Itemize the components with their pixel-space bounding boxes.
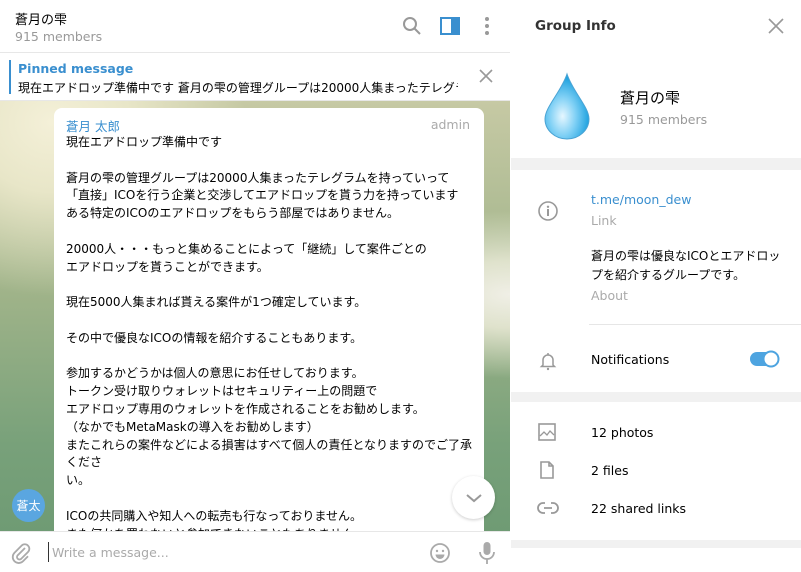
pinned-accent-bar bbox=[9, 60, 11, 94]
message-line: トークン受け取りウォレットはセキュリティー上の問題で bbox=[66, 384, 378, 399]
water-drop-icon bbox=[544, 72, 590, 140]
chat-members: 915 members bbox=[15, 29, 103, 44]
chevron-down-icon bbox=[465, 493, 482, 502]
message-line bbox=[66, 276, 476, 294]
about-label: About bbox=[591, 288, 628, 303]
chat-title[interactable]: 蒼月の雫 bbox=[15, 9, 67, 28]
link-icon bbox=[537, 502, 559, 514]
message-line: 現在エアドロップ準備中です bbox=[66, 135, 223, 149]
divider bbox=[589, 324, 801, 325]
pinned-message-bar[interactable]: Pinned message 現在エアドロップ準備中です 蒼月の雫の管理グループ… bbox=[0, 53, 510, 101]
close-icon[interactable] bbox=[479, 69, 493, 83]
sidebar-toggle-icon[interactable] bbox=[438, 14, 462, 38]
message-bubble: 蒼月 太郎 admin 現在エアドロップ準備中です蒼月の雫の管理グループは200… bbox=[54, 108, 484, 531]
photo-icon bbox=[538, 423, 556, 441]
panel-bottom-section bbox=[511, 548, 801, 572]
notifications-toggle[interactable] bbox=[750, 350, 780, 368]
message-line: ICOの共同購入や知人への転売も行なっておりません。 bbox=[66, 508, 363, 523]
notifications-label: Notifications bbox=[591, 352, 670, 367]
chat-pane: 蒼月の雫 915 members Pinned message 現在エアドロップ… bbox=[0, 0, 510, 572]
group-info-panel: Group Info 蒼月の雫 915 members t.me/moon_de… bbox=[511, 0, 801, 572]
chat-messages-area: 蒼月 太郎 admin 現在エアドロップ準備中です蒼月の雫の管理グループは200… bbox=[0, 101, 510, 531]
bell-icon bbox=[539, 353, 557, 371]
message-line: 蒼月の雫の管理グループは20000人集まったテレグラムを持っていって bbox=[66, 170, 450, 185]
message-line bbox=[66, 223, 476, 241]
message-line: 現在5000人集まれば貰える案件が1つ確定しています。 bbox=[66, 295, 367, 310]
message-line bbox=[66, 348, 476, 366]
message-sender[interactable]: 蒼月 太郎 bbox=[66, 116, 120, 135]
info-icon bbox=[538, 201, 558, 221]
shared-links-count[interactable]: 22 shared links bbox=[591, 501, 686, 516]
group-name: 蒼月の雫 bbox=[620, 89, 681, 107]
more-vertical-icon[interactable] bbox=[475, 14, 499, 38]
close-icon[interactable] bbox=[767, 17, 785, 35]
scroll-down-button[interactable] bbox=[452, 476, 495, 519]
message-line: ある特定のICOのエアドロップをもらう部屋ではありません。 bbox=[66, 206, 400, 221]
message-input[interactable] bbox=[48, 542, 408, 562]
message-line bbox=[66, 490, 476, 508]
message-text: 現在エアドロップ準備中です蒼月の雫の管理グループは20000人集まったテレグラム… bbox=[66, 134, 476, 531]
group-about: 蒼月の雫は優良なICOとエアドロッ プを紹介するグループです。 bbox=[591, 247, 780, 285]
shared-media: 12 photos 2 files 22 shared links bbox=[511, 402, 801, 540]
search-icon[interactable] bbox=[400, 14, 424, 38]
message-line bbox=[66, 312, 476, 330]
pinned-text: 現在エアドロップ準備中です 蒼月の雫の管理グループは20000人集まったテレグラ… bbox=[18, 81, 458, 95]
message-line: （なかでもMetaMaskの導入をお勧めします） bbox=[66, 419, 319, 434]
photos-count[interactable]: 12 photos bbox=[591, 425, 653, 440]
message-line: エアドロップを貰うことができます。 bbox=[66, 259, 269, 274]
message-line: 参加するかどうかは個人の意思にお任せしております。 bbox=[66, 366, 364, 381]
admin-badge: admin bbox=[430, 117, 470, 132]
pinned-title: Pinned message bbox=[18, 61, 134, 76]
message-line: 20000人・・・もっと集めることによって「継続」して案件ごとの bbox=[66, 241, 427, 256]
link-label: Link bbox=[591, 213, 617, 228]
composer bbox=[0, 531, 510, 572]
emoji-icon[interactable] bbox=[429, 542, 451, 564]
about-line: プを紹介するグループです。 bbox=[591, 268, 746, 282]
avatar[interactable]: 蒼太 bbox=[12, 489, 45, 522]
chat-header: 蒼月の雫 915 members bbox=[0, 0, 510, 53]
file-icon bbox=[540, 461, 554, 479]
group-members: 915 members bbox=[620, 112, 708, 127]
message-line: い。 bbox=[66, 473, 91, 488]
group-link[interactable]: t.me/moon_dew bbox=[591, 192, 691, 207]
microphone-icon[interactable] bbox=[477, 541, 497, 565]
message-line: その中で優良なICOの情報を紹介することもあります。 bbox=[66, 330, 363, 345]
message-line: 「直接」ICOを行う企業と交渉してエアドロップを貰う力を持っています bbox=[66, 188, 459, 203]
panel-title: Group Info bbox=[535, 18, 616, 34]
message-line: またこれらの案件などによる損害はすべて個人の責任となりますのでご了承くださ bbox=[66, 437, 472, 470]
group-info-header: Group Info 蒼月の雫 915 members bbox=[511, 0, 801, 158]
attach-icon[interactable] bbox=[10, 542, 32, 564]
files-count[interactable]: 2 files bbox=[591, 463, 628, 478]
about-line: 蒼月の雫は優良なICOとエアドロッ bbox=[591, 249, 781, 263]
message-line bbox=[66, 152, 476, 170]
message-line: エアドロップ専用のウォレットを作成されることをお勧めします。 bbox=[66, 401, 425, 416]
